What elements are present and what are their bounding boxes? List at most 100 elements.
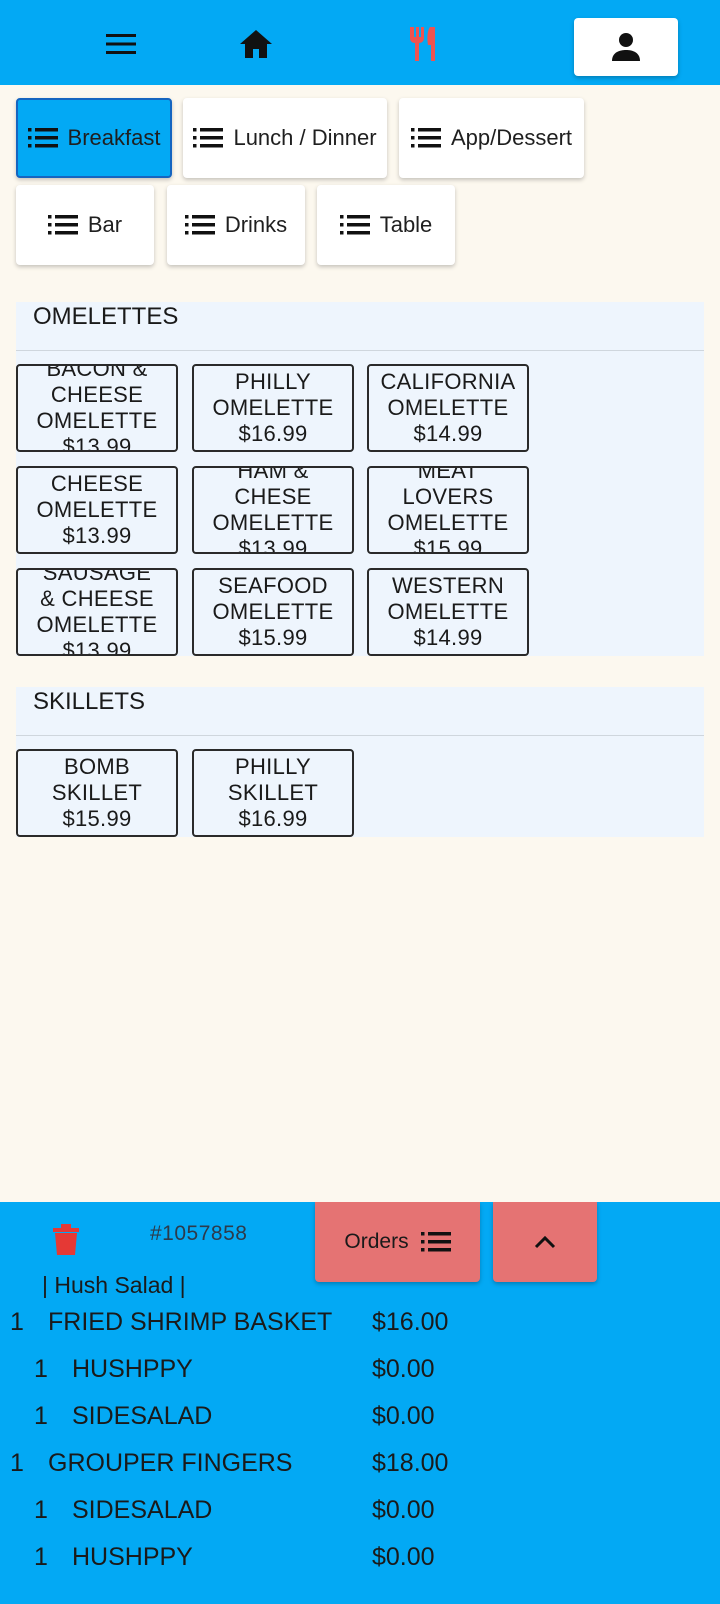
expand-button[interactable] — [493, 1202, 597, 1282]
menu-item-name-line: BOMB — [64, 754, 130, 779]
order-number: #1057858 — [150, 1222, 248, 1245]
list-icon — [193, 128, 224, 148]
menu-item-name-line: BACON & — [46, 364, 148, 381]
profile-button[interactable] — [574, 18, 678, 76]
menu-item-button[interactable]: BOMB SKILLET $15.99 — [16, 749, 178, 837]
list-icon — [184, 215, 215, 235]
menu-item-price: $13.99 — [238, 536, 308, 554]
menu-item-price: $13.99 — [62, 434, 132, 452]
menu-item-name-line: OMELETTE — [36, 497, 158, 522]
menu-item-name-line: SKILLET — [51, 780, 143, 805]
menu-item-name-line: WESTERN — [391, 573, 505, 598]
category-button-label: App/Dessert — [450, 125, 573, 150]
order-line-name: FRIED SHRIMP BASKET — [48, 1308, 333, 1336]
trash-icon[interactable] — [52, 1224, 80, 1261]
menu-item-button[interactable]: CHEESE OMELETTE $13.99 — [16, 466, 178, 554]
menu-item-price: $15.99 — [413, 536, 483, 554]
order-line-price: $0.00 — [372, 1496, 435, 1524]
menu-item-name-line: OMELETTE — [212, 395, 334, 420]
menu-item-name-line: PHILLY — [235, 754, 311, 779]
person-icon — [612, 33, 640, 61]
menu-item-price: $15.99 — [62, 806, 132, 831]
menu-item-name-line: CHEESE — [50, 382, 144, 407]
menu-item-button[interactable]: PHILLY SKILLET $16.99 — [192, 749, 354, 837]
order-panel: #1057858 Orders | Hush Salad | 1 FRIED SH… — [0, 1202, 720, 1604]
menu-item-name-line: OMELETTE — [387, 599, 509, 624]
list-icon — [27, 128, 58, 148]
menu-item-price: $14.99 — [413, 421, 483, 446]
menu-item-name-line: OMELETTE — [387, 395, 509, 420]
menu-item-name-line: OMELETTE — [387, 510, 509, 535]
menu-icon[interactable] — [99, 22, 143, 66]
menu-item-name-line: OMELETTE — [36, 408, 158, 433]
section-divider — [16, 350, 704, 351]
order-line-qty: 1 — [34, 1496, 48, 1524]
category-button-label: Bar — [87, 212, 123, 237]
menu-item-price: $16.99 — [238, 806, 308, 831]
order-line-partial: | Hush Salad | — [42, 1272, 186, 1298]
category-button-lunch-dinner[interactable]: Lunch / Dinner — [183, 98, 387, 178]
menu-item-price: $13.99 — [62, 523, 132, 548]
order-line-qty: 1 — [34, 1543, 48, 1571]
category-button-app-dessert[interactable]: App/Dessert — [399, 98, 584, 178]
menu-item-button[interactable]: SEAFOOD OMELETTE $15.99 — [192, 568, 354, 656]
order-line-name: GROUPER FINGERS — [48, 1449, 293, 1477]
category-button-table[interactable]: Table — [317, 185, 455, 265]
order-line-price: $16.00 — [372, 1308, 449, 1336]
order-line-price: $0.00 — [372, 1543, 435, 1571]
menu-item-button[interactable]: BACON & CHEESE OMELETTE $13.99 — [16, 364, 178, 452]
menu-item-name-line: CHESE — [234, 484, 312, 509]
chevron-up-icon — [534, 1235, 556, 1249]
order-line-price: $0.00 — [372, 1402, 435, 1430]
order-line-name: HUSHPPY — [72, 1355, 193, 1383]
restaurant-icon[interactable] — [402, 22, 446, 66]
order-line-qty: 1 — [34, 1355, 48, 1383]
menu-item-name-line: CHEESE — [50, 471, 144, 496]
category-button-label: Lunch / Dinner — [233, 125, 377, 150]
menu-item-price: $15.99 — [238, 625, 308, 650]
home-icon[interactable] — [234, 22, 278, 66]
menu-item-name-line: SEAFOOD — [218, 573, 328, 598]
menu-item-name-line: & CHEESE — [40, 586, 154, 611]
menu-item-name-line: OMELETTE — [212, 510, 334, 535]
menu-item-price: $13.99 — [62, 638, 132, 656]
menu-item-button[interactable]: SAUSAGE & CHEESE OMELETTE $13.99 — [16, 568, 178, 656]
section-divider — [16, 735, 704, 736]
menu-item-name-line: OMELETTE — [212, 599, 334, 624]
order-line-price: $0.00 — [372, 1355, 435, 1383]
order-line-price: $18.00 — [372, 1449, 449, 1477]
category-button-drinks[interactable]: Drinks — [167, 185, 305, 265]
category-button-label: Drinks — [224, 212, 288, 237]
orders-button-label: Orders — [344, 1230, 409, 1253]
menu-item-name-line: HAM & — [237, 466, 309, 483]
section-title: OMELETTES — [33, 303, 179, 330]
menu-item-name-line: OMELETTE — [36, 612, 158, 637]
section-title: SKILLETS — [33, 688, 146, 715]
order-line-qty: 1 — [10, 1449, 24, 1477]
list-icon — [47, 215, 78, 235]
category-button-label: Table — [379, 212, 433, 237]
menu-item-button[interactable]: WESTERN OMELETTE $14.99 — [367, 568, 529, 656]
menu-item-button[interactable]: MEAT LOVERS OMELETTE $15.99 — [367, 466, 529, 554]
menu-item-name-line: SKILLET — [227, 780, 319, 805]
menu-item-name-line: SAUSAGE — [42, 568, 152, 585]
list-icon — [410, 128, 441, 148]
menu-item-price: $14.99 — [413, 625, 483, 650]
menu-item-price: $16.99 — [238, 421, 308, 446]
order-line-name: SIDESALAD — [72, 1402, 213, 1430]
list-icon — [339, 215, 370, 235]
menu-item-button[interactable]: PHILLY OMELETTE $16.99 — [192, 364, 354, 452]
category-button-breakfast[interactable]: Breakfast — [16, 98, 172, 178]
orders-button[interactable]: Orders — [315, 1202, 480, 1282]
top-app-bar — [0, 0, 720, 85]
menu-item-button[interactable]: CALIFORNIA OMELETTE $14.99 — [367, 364, 529, 452]
menu-item-name-line: CALIFORNIA — [380, 369, 516, 394]
category-button-bar[interactable]: Bar — [16, 185, 154, 265]
menu-item-button[interactable]: HAM & CHESE OMELETTE $13.99 — [192, 466, 354, 554]
menu-item-name-line: PHILLY — [235, 369, 311, 394]
menu-item-name-line: LOVERS — [402, 484, 494, 509]
order-line-name: HUSHPPY — [72, 1543, 193, 1571]
menu-item-name-line: MEAT — [417, 466, 479, 483]
order-line-qty: 1 — [10, 1308, 24, 1336]
list-icon — [420, 1232, 451, 1252]
